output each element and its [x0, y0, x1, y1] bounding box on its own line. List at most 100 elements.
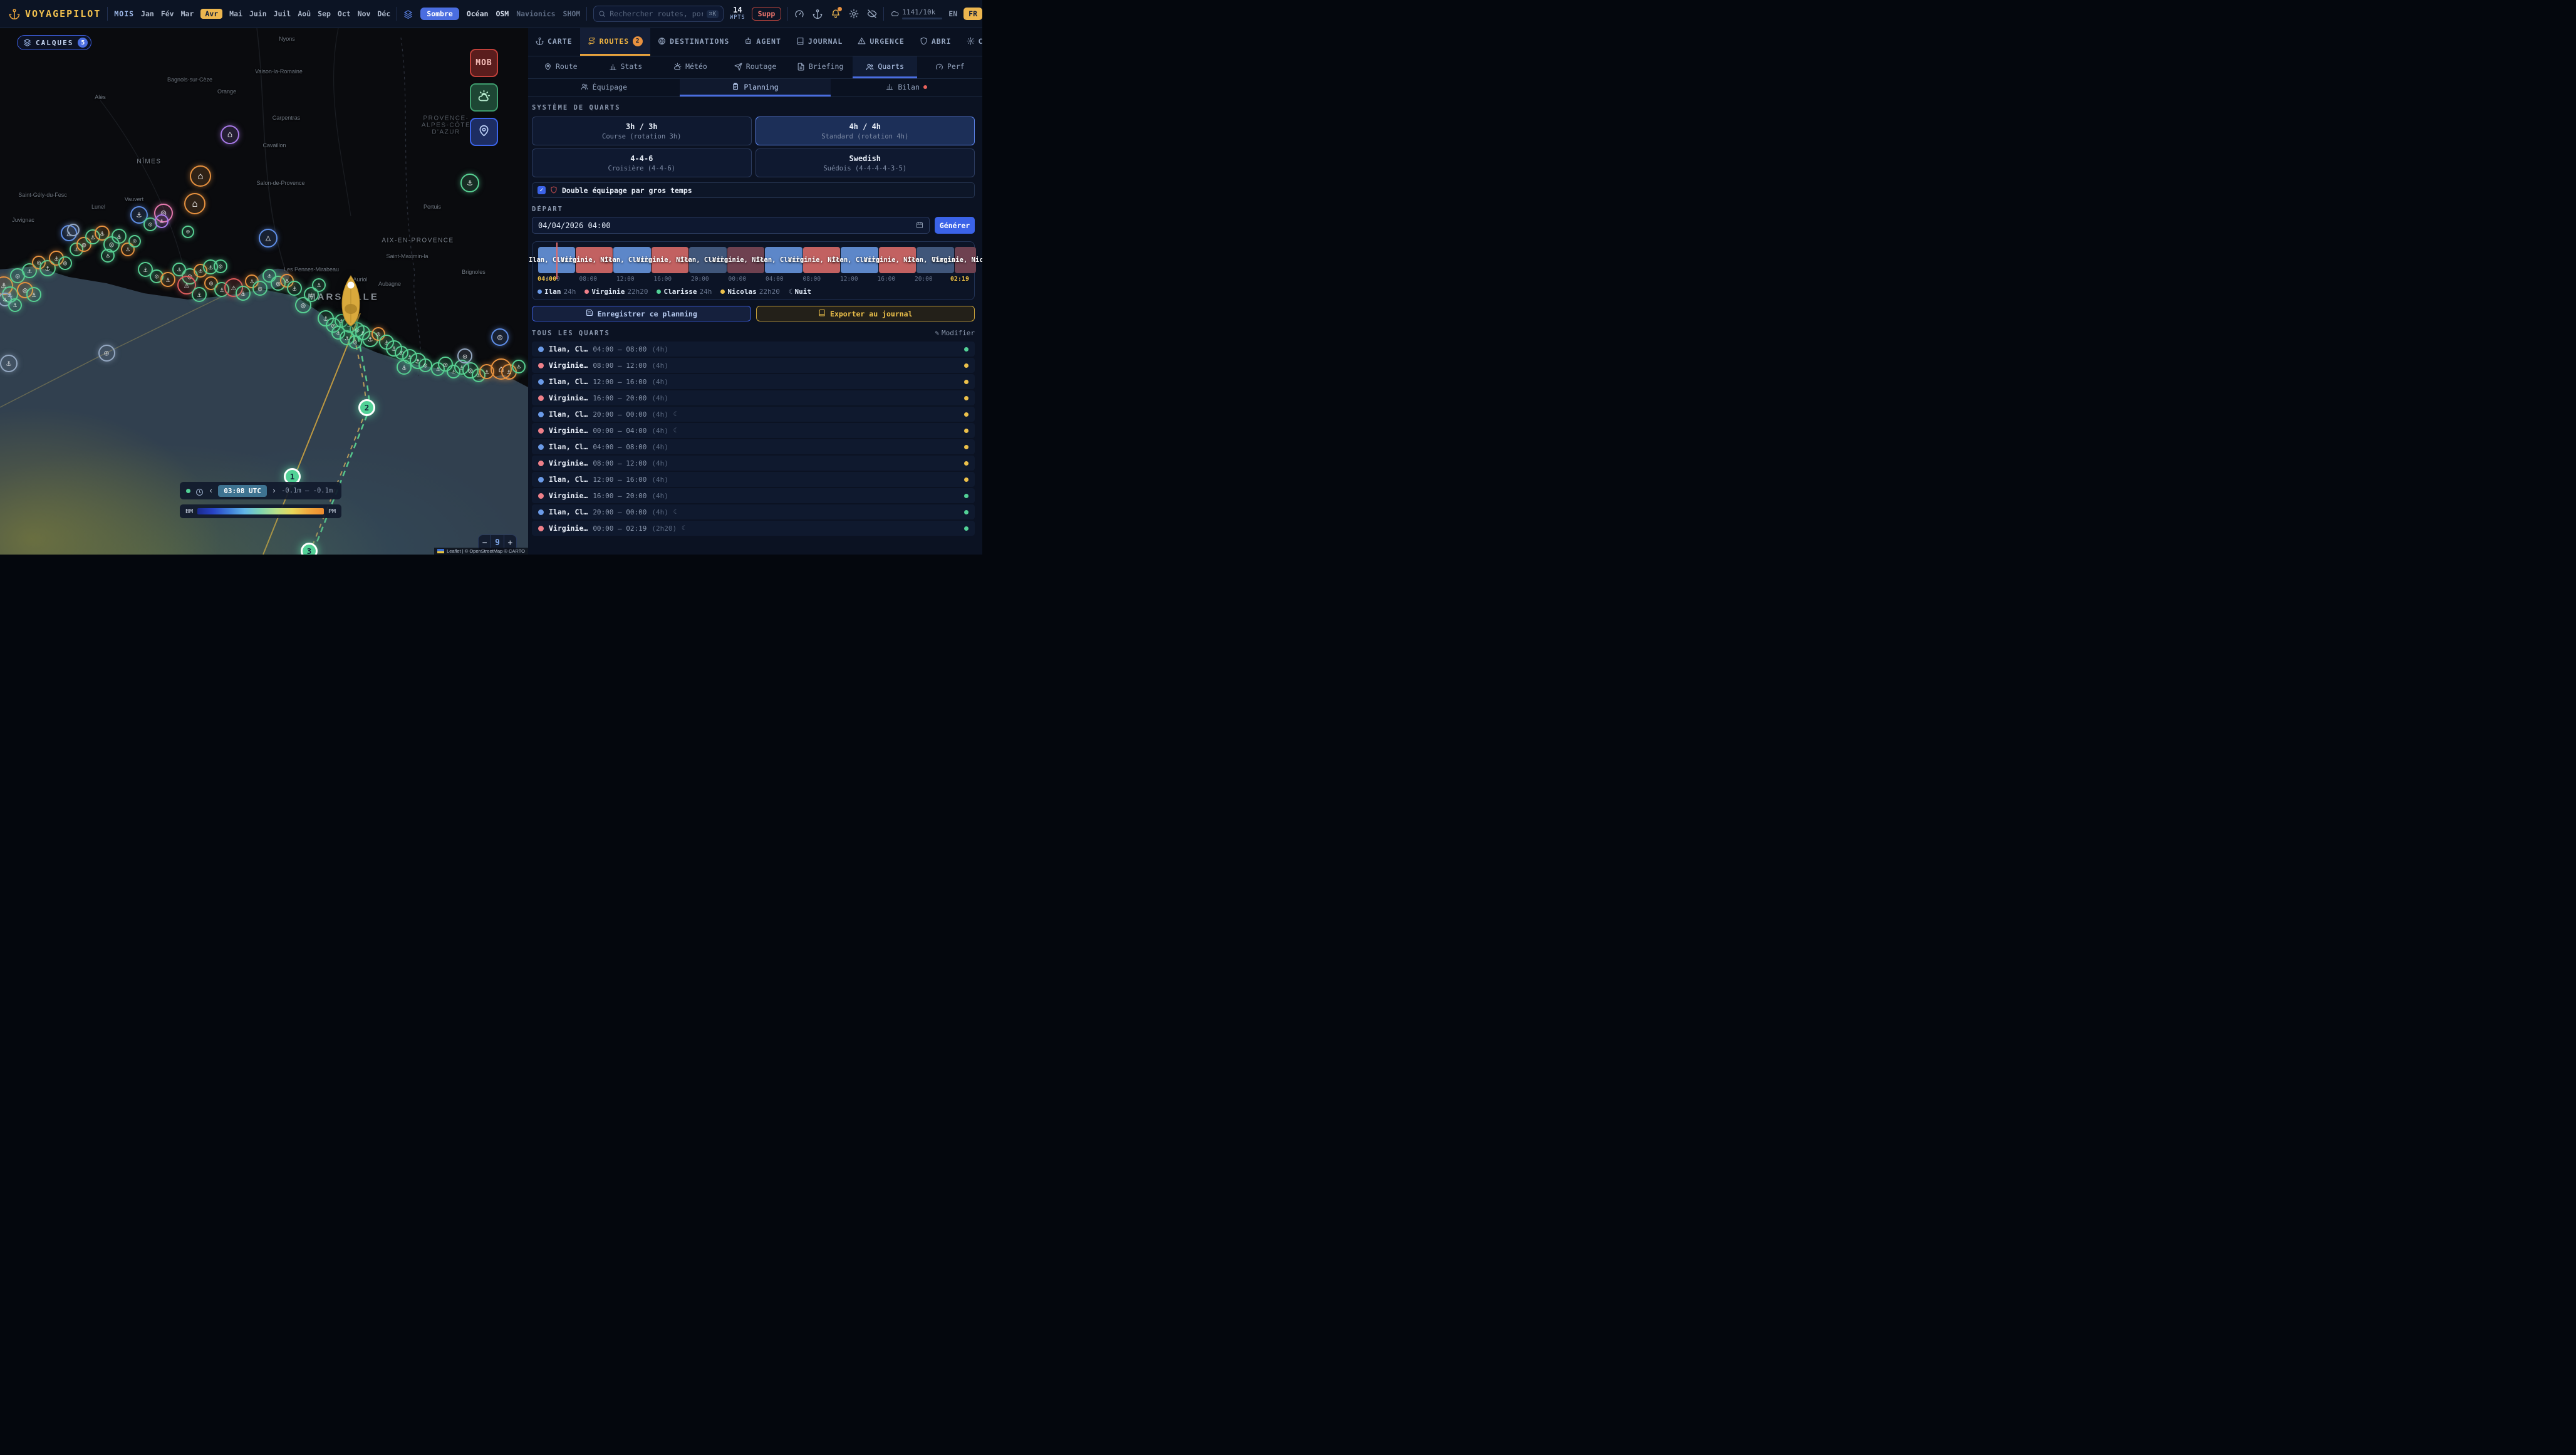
departure-datetime-input[interactable] [538, 221, 916, 230]
anchorage-marker[interactable]: ⚓ [397, 360, 412, 375]
watch-system-option[interactable]: 4-4-6Croisière (4-4-6) [532, 149, 752, 177]
month-avr[interactable]: Avr [200, 9, 222, 19]
watch-row[interactable]: Ilan, Cl…20:00 – 00:00(4h)☾ [532, 407, 975, 422]
brand[interactable]: VOYAGEPILOT [9, 8, 101, 19]
subtab-briefing[interactable]: Briefing [787, 56, 853, 78]
eye-off-icon[interactable] [867, 9, 877, 19]
pin-marker[interactable]: ◎ [491, 328, 509, 346]
pin-marker[interactable]: ◎ [418, 358, 432, 372]
watch-row[interactable]: Virginie…16:00 – 20:00(4h) [532, 390, 975, 405]
time-value-chip[interactable]: 03:08 UTC [218, 485, 267, 497]
tab-destinations[interactable]: DESTINATIONS [650, 28, 737, 56]
watch-row[interactable]: Virginie…08:00 – 12:00(4h) [532, 456, 975, 471]
basemap-sombre[interactable]: Sombre [420, 8, 459, 20]
basemap-océan[interactable]: Océan [467, 9, 489, 18]
watch-row[interactable]: Ilan, Cl…12:00 – 16:00(4h) [532, 374, 975, 389]
anchorage-marker[interactable]: ⚓ [160, 272, 175, 287]
month-fév[interactable]: Fév [161, 9, 174, 18]
watch-system-option[interactable]: 4h / 4hStandard (rotation 4h) [756, 117, 975, 145]
tab-routes[interactable]: ROUTES2 [580, 28, 651, 56]
pin-marker[interactable]: ◎ [98, 345, 115, 362]
lang-en-button[interactable]: EN [948, 9, 957, 18]
pin-marker[interactable]: ◎ [214, 259, 227, 273]
anchorage-marker[interactable]: ⚓ [101, 249, 115, 263]
weather-layer-button[interactable] [470, 83, 498, 112]
mob-button[interactable]: MOB [470, 49, 498, 77]
delete-waypoints-button[interactable]: Supp [752, 7, 782, 21]
anchorage-marker[interactable]: ⚓ [192, 287, 207, 302]
sun-icon[interactable] [849, 9, 859, 19]
pin-marker[interactable]: ◎ [457, 348, 472, 363]
basemap-navionics[interactable]: Navionics [516, 9, 555, 18]
anchorage-marker[interactable]: ⚓ [460, 174, 479, 192]
anchorage-marker[interactable]: ⚓ [26, 287, 41, 302]
watch-row[interactable]: Virginie…00:00 – 04:00(4h)☾ [532, 423, 975, 438]
watch-row[interactable]: Virginie…00:00 – 02:19(2h20)☾ [532, 521, 975, 536]
watch-system-option[interactable]: 3h / 3hCourse (rotation 3h) [532, 117, 752, 145]
month-nov[interactable]: Nov [358, 9, 371, 18]
watch-block-night[interactable]: Virginie, Nicolas [955, 247, 977, 273]
month-aoû[interactable]: Aoû [298, 9, 311, 18]
gauge-icon[interactable] [794, 9, 804, 19]
export-journal-button[interactable]: Exporter au journal [756, 306, 975, 321]
anchorage-marker[interactable]: ⚓ [236, 286, 251, 301]
pin-marker[interactable]: ◎ [128, 235, 141, 248]
waypoint-badge-2[interactable]: 2 [358, 399, 375, 416]
basemap-shom[interactable]: SHOM [563, 9, 581, 18]
harbor-marker[interactable]: ⌂ [184, 193, 205, 214]
month-mai[interactable]: Mai [229, 9, 242, 18]
subtab-routage[interactable]: Routage [723, 56, 788, 78]
harbor-marker[interactable]: ⌂ [190, 165, 211, 187]
anchorage-marker[interactable]: ⚓ [155, 214, 169, 228]
watch-row[interactable]: Ilan, Cl…04:00 – 08:00(4h) [532, 439, 975, 454]
month-mar[interactable]: Mar [181, 9, 194, 18]
layers-button[interactable]: CALQUES 5 [17, 35, 91, 50]
view-planning[interactable]: Planning [680, 79, 831, 96]
watch-row[interactable]: Ilan, Cl…04:00 – 08:00(4h) [532, 342, 975, 357]
anchor-icon[interactable] [813, 9, 823, 19]
tab-agent[interactable]: AGENT [737, 28, 789, 56]
tab-urgence[interactable]: URGENCE [850, 28, 911, 56]
save-planning-button[interactable]: Enregistrer ce planning [532, 306, 751, 321]
month-sep[interactable]: Sep [318, 9, 331, 18]
bell-icon[interactable] [831, 9, 841, 19]
search-input[interactable] [610, 9, 702, 18]
tab-carte[interactable]: CARTE [528, 28, 580, 56]
subtab-météo[interactable]: Météo [658, 56, 723, 78]
month-déc[interactable]: Déc [377, 9, 390, 18]
anchorage-marker[interactable]: ⚓ [112, 229, 127, 244]
anchorage-marker[interactable]: ⚓ [287, 281, 302, 296]
anchorage-marker[interactable]: ⚓ [8, 298, 22, 312]
map-canvas[interactable]: NyonsVaison-la-RomaineBagnols-sur-CèzeOr… [0, 28, 528, 555]
sail-marker[interactable]: △ [259, 229, 278, 248]
double-crew-toggle[interactable]: ✓ Double équipage par gros temps [532, 182, 975, 198]
anchorage-marker[interactable]: ⚓ [0, 355, 18, 372]
time-prev-button[interactable]: ‹ [209, 487, 213, 494]
subtab-quarts[interactable]: Quarts [853, 56, 918, 78]
subtab-route[interactable]: Route [528, 56, 593, 78]
tab-journal[interactable]: JOURNAL [789, 28, 850, 56]
time-next-button[interactable]: › [272, 487, 276, 494]
month-oct[interactable]: Oct [338, 9, 351, 18]
watch-system-option[interactable]: SwedishSuédois (4-4-4-4-3-5) [756, 149, 975, 177]
locate-button[interactable] [470, 118, 498, 146]
watch-row[interactable]: Virginie…16:00 – 20:00(4h) [532, 488, 975, 503]
harbor-marker[interactable]: ⌂ [221, 125, 239, 144]
month-juil[interactable]: Juil [274, 9, 291, 18]
anchorage-marker[interactable]: ⚓ [312, 278, 326, 292]
global-search[interactable]: ⌘K [593, 6, 724, 22]
tab-abri[interactable]: ABRI [912, 28, 959, 56]
watch-row[interactable]: Virginie…08:00 – 12:00(4h) [532, 358, 975, 373]
poi-marker[interactable] [67, 224, 80, 236]
watch-row[interactable]: Ilan, Cl…20:00 – 00:00(4h)☾ [532, 504, 975, 519]
subtab-stats[interactable]: Stats [593, 56, 658, 78]
checkbox-checked[interactable]: ✓ [538, 186, 546, 194]
subtab-perf[interactable]: Perf [917, 56, 982, 78]
own-ship-marker[interactable] [338, 274, 363, 330]
lang-fr-button[interactable]: FR [963, 8, 982, 20]
view-bilan[interactable]: Bilan [831, 79, 982, 96]
watch-row[interactable]: Ilan, Cl…12:00 – 16:00(4h) [532, 472, 975, 487]
anchorage-marker[interactable]: ⚓ [512, 360, 526, 373]
edit-watches-button[interactable]: ✎ Modifier [935, 329, 975, 337]
watch-timeline[interactable]: Ilan, ClarisseVirginie, NicolasIlan, Cla… [538, 247, 969, 273]
